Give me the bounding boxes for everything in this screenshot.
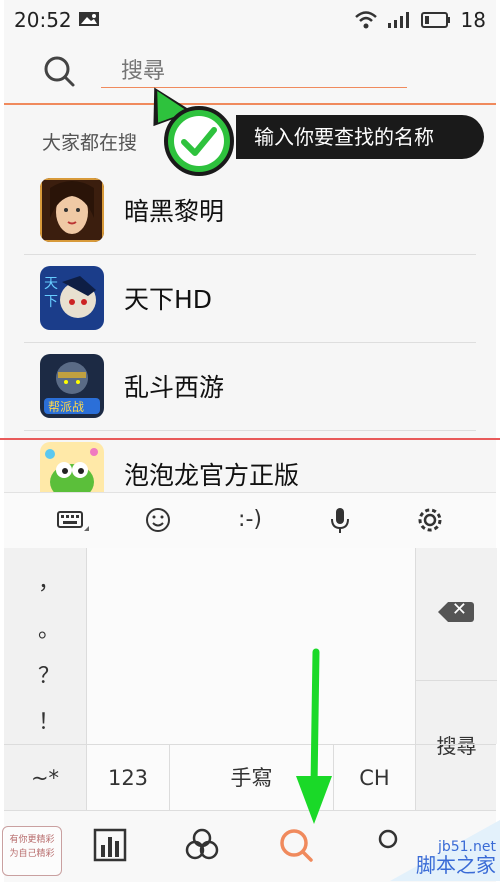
app-name: 乱斗西游 bbox=[124, 373, 225, 402]
wifi-icon bbox=[354, 11, 377, 29]
check-icon bbox=[181, 127, 217, 156]
punctuation-column: ， 。 ？ ！ bbox=[4, 548, 87, 744]
search-bar bbox=[4, 40, 496, 105]
language-key[interactable]: CH bbox=[334, 745, 416, 811]
status-bar: 20:52 18 bbox=[4, 0, 496, 40]
handwriting-area[interactable] bbox=[87, 548, 415, 744]
divider-line bbox=[0, 438, 500, 440]
app-name: 泡泡龙官方正版 bbox=[124, 461, 300, 490]
punctuation-key[interactable]: ， bbox=[38, 564, 60, 596]
list-item[interactable]: 天 下 天下HD bbox=[24, 254, 476, 343]
settings-gear-icon[interactable] bbox=[410, 503, 450, 537]
site-watermark: jb51.net 脚本之家 bbox=[416, 838, 496, 877]
ranking-chart-icon[interactable] bbox=[90, 825, 130, 865]
image-notification-icon bbox=[79, 12, 99, 26]
watermark-line: 有你更精彩 bbox=[9, 835, 55, 845]
watermark-line: 为自己精彩 bbox=[9, 849, 55, 859]
app-name: 暗黑黎明 bbox=[124, 197, 225, 226]
symbol-key[interactable]: ~* bbox=[4, 745, 87, 811]
signal-icon bbox=[387, 12, 409, 28]
list-item[interactable]: 帮派战 乱斗西游 bbox=[24, 342, 476, 431]
svg-text:下: 下 bbox=[44, 294, 58, 310]
search-nav-icon[interactable] bbox=[276, 825, 316, 865]
app-icon bbox=[40, 178, 104, 242]
svg-text:帮派战: 帮派战 bbox=[48, 400, 84, 414]
microphone-icon[interactable] bbox=[320, 503, 360, 537]
handwriting-keyboard: ， 。 ？ ！ ✕ 搜尋 ~* 123 手寫 CH bbox=[4, 548, 497, 811]
app-name: 天下HD bbox=[124, 285, 213, 314]
callout-label: 输入你要查找的名称 bbox=[236, 115, 484, 159]
punctuation-key[interactable]: 。 bbox=[38, 612, 60, 644]
keyboard-toolbar: :-) bbox=[4, 492, 496, 549]
search-input[interactable] bbox=[101, 55, 407, 88]
keyboard-bottom-row: ~* 123 手寫 CH bbox=[4, 744, 496, 811]
keyboard-switch-icon[interactable] bbox=[52, 503, 92, 537]
watermark-stamp: 有你更精彩 为自己精彩 bbox=[2, 826, 62, 876]
categories-icon[interactable] bbox=[182, 825, 222, 865]
search-icon[interactable] bbox=[42, 54, 76, 88]
emoticon-button[interactable]: :-) bbox=[230, 503, 270, 537]
battery-icon bbox=[420, 12, 450, 28]
emoji-icon[interactable] bbox=[138, 503, 178, 537]
punctuation-key[interactable]: ！ bbox=[38, 704, 60, 736]
app-icon bbox=[40, 442, 104, 494]
arrow-annotation-icon bbox=[296, 648, 332, 824]
battery-level: 18 bbox=[460, 8, 486, 32]
app-icon: 帮派战 bbox=[40, 354, 104, 418]
list-item[interactable]: 暗黑黎明 bbox=[24, 166, 476, 255]
app-icon: 天 下 bbox=[40, 266, 104, 330]
watermark-name: 脚本之家 bbox=[416, 853, 496, 877]
svg-text:天: 天 bbox=[44, 276, 58, 292]
number-key[interactable]: 123 bbox=[87, 745, 170, 811]
punctuation-key[interactable]: ？ bbox=[38, 658, 60, 690]
section-title: 大家都在搜 bbox=[42, 132, 138, 154]
status-time: 20:52 bbox=[14, 8, 72, 32]
backspace-icon[interactable]: ✕ bbox=[438, 602, 474, 622]
